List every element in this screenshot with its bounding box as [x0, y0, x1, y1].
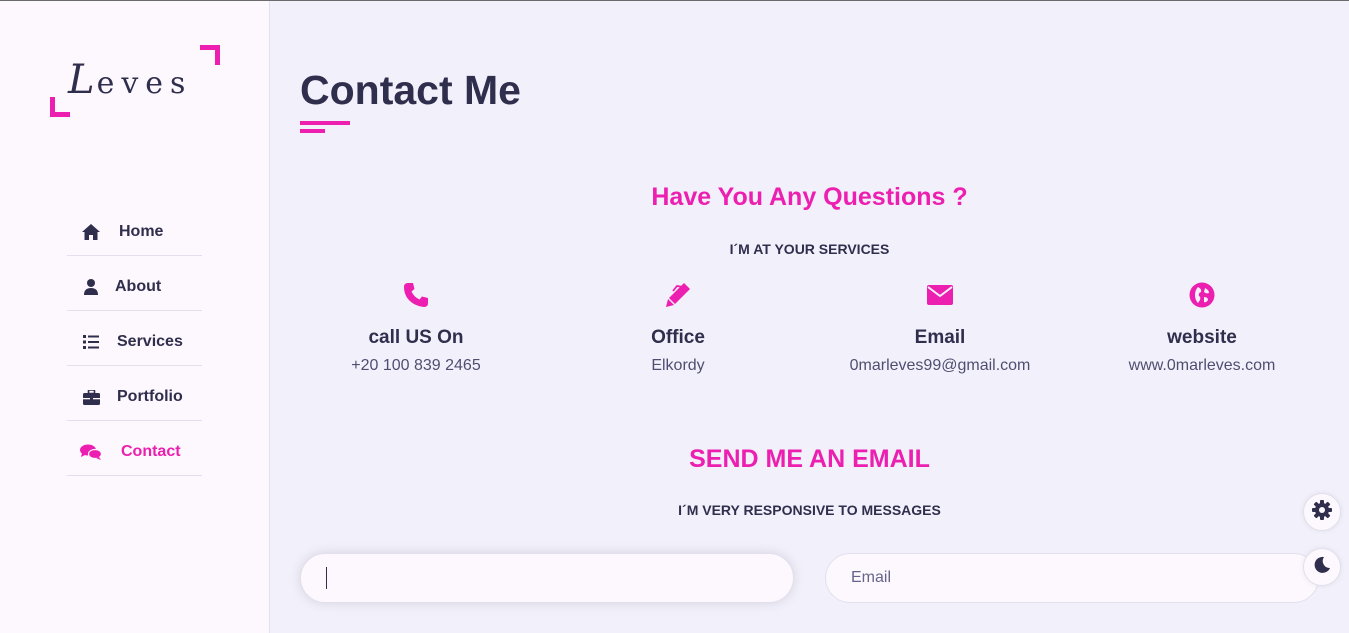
contact-info-value[interactable]: 0marleves99@gmail.com: [809, 357, 1071, 375]
list-icon: [79, 332, 103, 352]
contact-info-title: website: [1167, 327, 1237, 348]
phone-icon: [285, 279, 547, 311]
send-email-subtitle: I´M VERY RESPONSIVE TO MESSAGES: [678, 502, 941, 518]
home-icon: [79, 222, 103, 242]
user-icon: [79, 277, 103, 297]
envelope-icon: [809, 279, 1071, 311]
sidebar-item-label: Home: [119, 223, 164, 240]
send-email-heading: SEND ME AN EMAIL: [689, 445, 930, 473]
title-underline-short: [300, 129, 325, 133]
globe-icon: [1071, 279, 1333, 311]
page-title: Contact Me: [300, 67, 521, 113]
questions-heading: Have You Any Questions ?: [651, 183, 968, 211]
sidebar-item-about[interactable]: About: [67, 256, 202, 311]
contact-info-website: website www.0marleves.com: [1071, 279, 1333, 375]
sidebar-item-services[interactable]: Services: [67, 311, 202, 366]
sidebar-nav: Home About Services Portfolio Contact: [67, 201, 202, 476]
theme-toggle-button[interactable]: [1303, 548, 1341, 586]
sidebar-item-contact[interactable]: Contact: [67, 421, 202, 476]
main-content: Contact Me Have You Any Questions ? I´M …: [270, 1, 1349, 633]
sidebar-item-label: About: [115, 278, 162, 295]
comments-icon: [79, 442, 103, 462]
sidebar: Leves Home About Services Portfolio Cont…: [0, 1, 270, 633]
logo-rest: eves: [96, 66, 193, 101]
email-field[interactable]: [825, 553, 1319, 603]
sidebar-item-label: Contact: [121, 443, 181, 460]
logo-text: Leves: [68, 57, 192, 103]
settings-button[interactable]: [1303, 493, 1341, 531]
logo-corner-top-right: [200, 45, 220, 65]
contact-info-office: Office Elkordy: [547, 279, 809, 375]
contact-info-title: call US On: [368, 327, 464, 348]
moon-icon: [1313, 556, 1331, 579]
pen-icon: [547, 279, 809, 311]
contact-info-value: +20 100 839 2465: [351, 357, 481, 374]
contact-info-title: Email: [914, 327, 966, 348]
contact-info-email: Email 0marleves99@gmail.com: [809, 279, 1071, 375]
questions-subtitle: I´M AT YOUR SERVICES: [729, 241, 890, 257]
contact-info-phone: call US On +20 100 839 2465: [285, 279, 547, 375]
briefcase-icon: [79, 387, 103, 407]
sidebar-item-home[interactable]: Home: [67, 201, 202, 256]
logo-corner-bottom-left: [50, 97, 70, 117]
title-underline: [300, 121, 350, 125]
sidebar-item-label: Services: [117, 333, 183, 350]
contact-info-value: Elkordy: [651, 357, 705, 374]
logo[interactable]: Leves: [50, 45, 220, 117]
text-cursor: [326, 567, 327, 589]
gear-icon: [1312, 499, 1332, 525]
sidebar-item-label: Portfolio: [117, 388, 183, 405]
logo-first-letter: L: [68, 57, 97, 103]
contact-info-title: Office: [651, 327, 705, 348]
name-field[interactable]: [300, 553, 794, 603]
contact-info-value[interactable]: www.0marleves.com: [1071, 357, 1333, 375]
sidebar-item-portfolio[interactable]: Portfolio: [67, 366, 202, 421]
